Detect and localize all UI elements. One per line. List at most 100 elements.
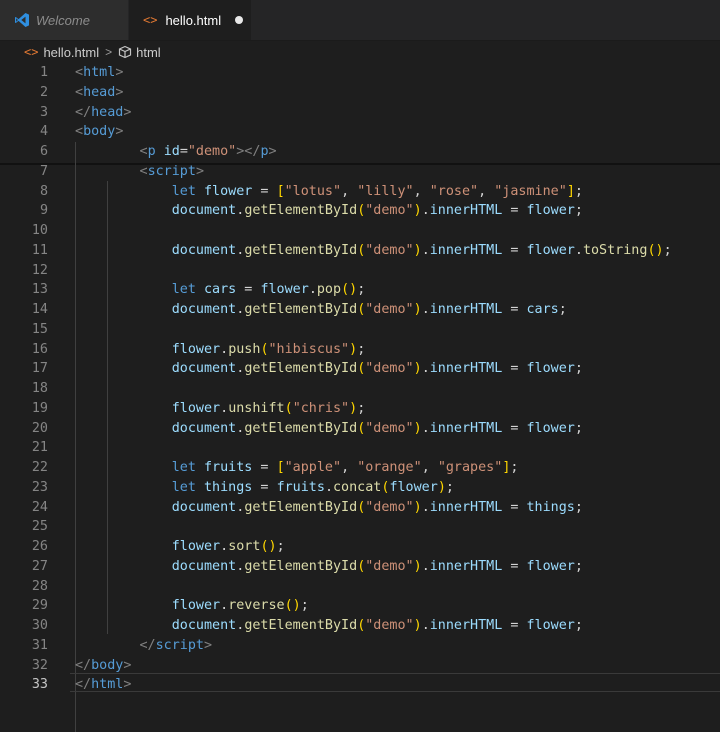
code-token: "demo" [365,203,414,219]
line-number: 23 [31,479,48,495]
tab-hello-html[interactable]: <> hello.html [129,0,251,40]
code-text: document.getElementById("demo").innerHTM… [75,419,583,439]
code-token: . [421,618,430,633]
code-token: let [171,183,196,199]
code-editor[interactable]: 1 <html> 2 <head> 3 </head> 4 <body> 6 <p id="de… [0,63,720,732]
code-token: , [421,460,438,475]
line-number: 16 [31,341,48,357]
code-token: body [91,657,124,673]
code-token: push [228,341,261,357]
code-line[interactable]: 8 let flower = ["lotus", "lilly", "rose"… [0,182,720,202]
code-line[interactable]: 19 flower.unshift("chris"); [0,399,720,419]
code-token: . [220,341,229,357]
code-line[interactable]: 28 [0,577,720,597]
code-token: < [75,84,84,100]
code-token: ) [413,420,422,436]
tab-welcome[interactable]: Welcome [0,0,128,40]
code-line[interactable]: 15 [0,320,720,340]
code-text: </html> [75,675,131,695]
code-token: > [195,163,204,179]
code-token: </ [75,657,92,673]
code-token: </ [75,677,92,693]
code-line[interactable]: 18 [0,379,720,399]
code-line[interactable]: 23 let things = fruits.concat(flower); [0,478,720,498]
code-token: fruits [276,479,325,495]
code-token: () [260,539,277,554]
code-token: = [502,361,527,377]
code-line[interactable]: 30 document.getElementById("demo").inner… [0,616,720,636]
line-number: 4 [39,124,48,140]
code-line[interactable]: 6 <p id="demo"></p> [0,142,720,162]
code-text: let things = fruits.concat(flower); [75,478,454,498]
code-token: () [284,598,301,614]
code-token: < [139,144,148,159]
code-token: = [502,242,527,258]
code-token: document [171,618,237,633]
code-token: = [502,558,527,574]
code-text: let cars = flower.pop(); [75,280,366,300]
code-token: "orange" [357,460,422,475]
code-line[interactable]: 1 <html> [0,63,720,83]
code-token: ) [437,479,446,495]
code-token: > [115,65,124,80]
line-number: 21 [31,440,48,456]
code-token: , [341,183,358,199]
code-text: document.getElementById("demo").innerHTM… [75,498,583,518]
code-line[interactable]: 27 document.getElementById("demo").inner… [0,557,720,577]
code-token: flower [171,400,221,416]
line-number: 31 [31,637,48,653]
code-line[interactable]: 32 </body> [0,656,720,676]
code-token: = [502,302,527,317]
code-token: "demo" [365,558,414,574]
code-line[interactable]: 10 [0,221,720,241]
code-line[interactable]: 12 [0,261,720,281]
code-line[interactable]: 21 [0,438,720,458]
code-line[interactable]: 9 document.getElementById("demo").innerH… [0,201,720,221]
code-line[interactable]: 25 [0,517,720,537]
code-token: "demo" [365,242,414,258]
line-number: 25 [31,519,48,535]
code-token: . [421,302,430,317]
code-line[interactable]: 22 let fruits = ["apple", "orange", "gra… [0,458,720,478]
code-token: flower [171,341,221,357]
code-line[interactable]: 26 flower.sort(); [0,537,720,557]
code-token: getElementById [244,618,358,633]
code-token: > [268,144,277,159]
code-line[interactable]: 2 <head> [0,83,720,103]
code-token: getElementById [244,203,358,219]
code-line[interactable]: 14 document.getElementById("demo").inner… [0,300,720,320]
code-text: </body> [75,656,131,676]
code-line[interactable]: 29 flower.reverse(); [0,596,720,616]
code-line[interactable]: 33 </html> [0,675,720,695]
code-token: . [421,499,430,515]
code-token: "jasmine" [494,183,567,199]
code-token: document [171,499,237,515]
code-line[interactable]: 17 document.getElementById("demo").inner… [0,359,720,379]
code-token: "chris" [292,400,350,416]
code-token: . [421,242,430,258]
code-line[interactable]: 20 document.getElementById("demo").inner… [0,419,720,439]
code-line[interactable]: 24 document.getElementById("demo").inner… [0,498,720,518]
code-line[interactable]: 7 <script> [0,162,720,182]
code-line[interactable]: 31 </script> [0,636,720,656]
code-token: "lilly" [357,183,414,199]
unsaved-dot-icon[interactable] [235,16,244,24]
code-line[interactable]: 16 flower.push("hibiscus"); [0,340,720,360]
line-number: 15 [31,321,48,337]
code-token: ; [445,479,454,495]
code-token: > [123,657,132,673]
code-token: ] [566,183,575,199]
breadcrumb-element[interactable]: html [136,45,161,60]
code-token: reverse [228,598,285,614]
breadcrumb-file[interactable]: hello.html [43,45,99,60]
code-line[interactable]: 13 let cars = flower.pop(); [0,280,720,300]
code-token: cars [204,282,237,298]
code-line[interactable]: 4 <body> [0,122,720,142]
code-token: "apple" [284,460,342,475]
code-line[interactable]: 11 document.getElementById("demo").inner… [0,241,720,261]
code-line[interactable]: 3 </head> [0,103,720,123]
code-token: flower [171,598,221,614]
